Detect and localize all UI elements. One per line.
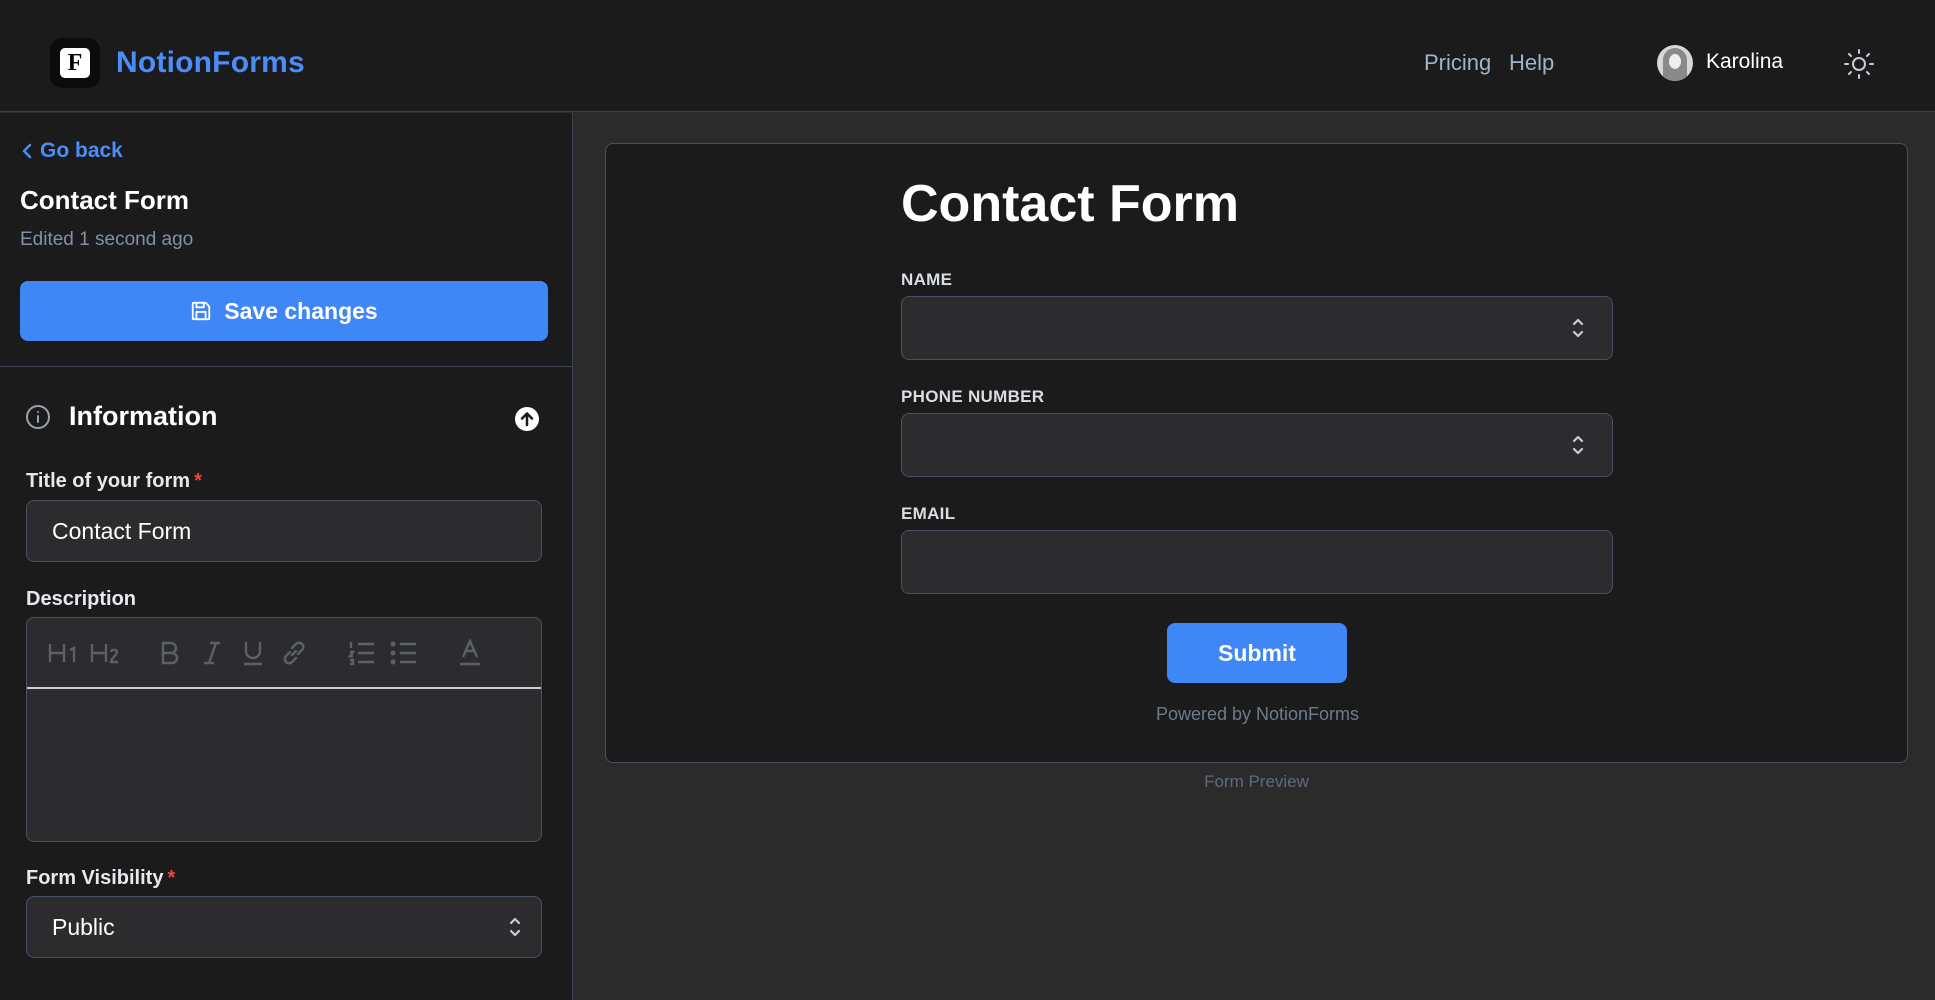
link-icon[interactable] bbox=[280, 638, 308, 668]
form-title-input-value: Contact Form bbox=[52, 517, 192, 544]
form-title-input[interactable]: Contact Form bbox=[26, 500, 542, 562]
user-name[interactable]: Karolina bbox=[1706, 50, 1783, 74]
editor-toolbar bbox=[27, 618, 541, 689]
top-navbar: F NotionForms Pricing Help Karolina bbox=[0, 0, 1935, 112]
title-field-label: Title of your form * bbox=[26, 470, 202, 492]
section-title: Information bbox=[69, 401, 218, 431]
info-icon bbox=[26, 404, 50, 429]
form-preview-card: Contact Form NAME PHONE NUMBER EMAIL Sub… bbox=[605, 143, 1908, 763]
chevron-up-down-icon bbox=[1572, 435, 1584, 455]
submit-button[interactable]: Submit bbox=[1167, 623, 1347, 683]
name-select[interactable] bbox=[901, 296, 1613, 360]
heading1-icon[interactable] bbox=[47, 638, 81, 668]
email-input[interactable] bbox=[901, 530, 1613, 594]
phone-number-select[interactable] bbox=[901, 413, 1613, 477]
heading2-icon[interactable] bbox=[89, 638, 123, 668]
text-color-icon[interactable] bbox=[457, 638, 483, 668]
go-back-link[interactable]: Go back bbox=[20, 139, 123, 163]
save-label: Save changes bbox=[224, 297, 378, 324]
arrow-up-circle-icon[interactable] bbox=[514, 406, 540, 432]
visibility-field-label: Form Visibility * bbox=[26, 867, 176, 889]
chevron-left-icon bbox=[22, 143, 32, 159]
description-label: Description bbox=[26, 588, 137, 610]
logo[interactable]: F bbox=[50, 38, 100, 88]
powered-by-text[interactable]: Powered by NotionForms bbox=[606, 704, 1909, 725]
edited-status: Edited 1 second ago bbox=[20, 229, 194, 250]
avatar[interactable] bbox=[1657, 45, 1693, 81]
nav-help[interactable]: Help bbox=[1509, 50, 1554, 76]
required-mark: * bbox=[194, 470, 202, 492]
form-name: Contact Form bbox=[20, 185, 189, 215]
visibility-value: Public bbox=[52, 913, 115, 940]
chevron-up-down-icon bbox=[1572, 318, 1584, 338]
bullet-list-icon[interactable] bbox=[389, 638, 419, 668]
section-header-information[interactable]: Information bbox=[25, 401, 218, 432]
bold-icon[interactable] bbox=[157, 638, 183, 668]
divider bbox=[0, 366, 573, 367]
save-changes-button[interactable]: Save changes bbox=[20, 281, 548, 341]
phone-number-label: PHONE NUMBER bbox=[901, 387, 1045, 406]
underline-icon[interactable] bbox=[240, 638, 266, 668]
preview-form-title: Contact Form bbox=[901, 175, 1239, 233]
sun-icon[interactable] bbox=[1843, 48, 1875, 80]
chevron-up-down-icon bbox=[509, 917, 521, 937]
save-icon bbox=[192, 301, 211, 321]
nav-pricing[interactable]: Pricing bbox=[1424, 50, 1491, 76]
logo-letter: F bbox=[60, 48, 90, 78]
name-label: NAME bbox=[901, 270, 953, 289]
go-back-label: Go back bbox=[40, 139, 123, 162]
brand-name[interactable]: NotionForms bbox=[116, 46, 305, 80]
email-label: EMAIL bbox=[901, 504, 956, 523]
editor-sidebar: Go back Contact Form Edited 1 second ago… bbox=[0, 113, 573, 1000]
visibility-select[interactable]: Public bbox=[26, 896, 542, 958]
preview-caption: Form Preview bbox=[1204, 772, 1309, 791]
ordered-list-icon[interactable] bbox=[347, 638, 377, 668]
description-editor[interactable] bbox=[26, 617, 542, 842]
italic-icon[interactable] bbox=[199, 638, 225, 668]
required-mark: * bbox=[167, 867, 176, 889]
